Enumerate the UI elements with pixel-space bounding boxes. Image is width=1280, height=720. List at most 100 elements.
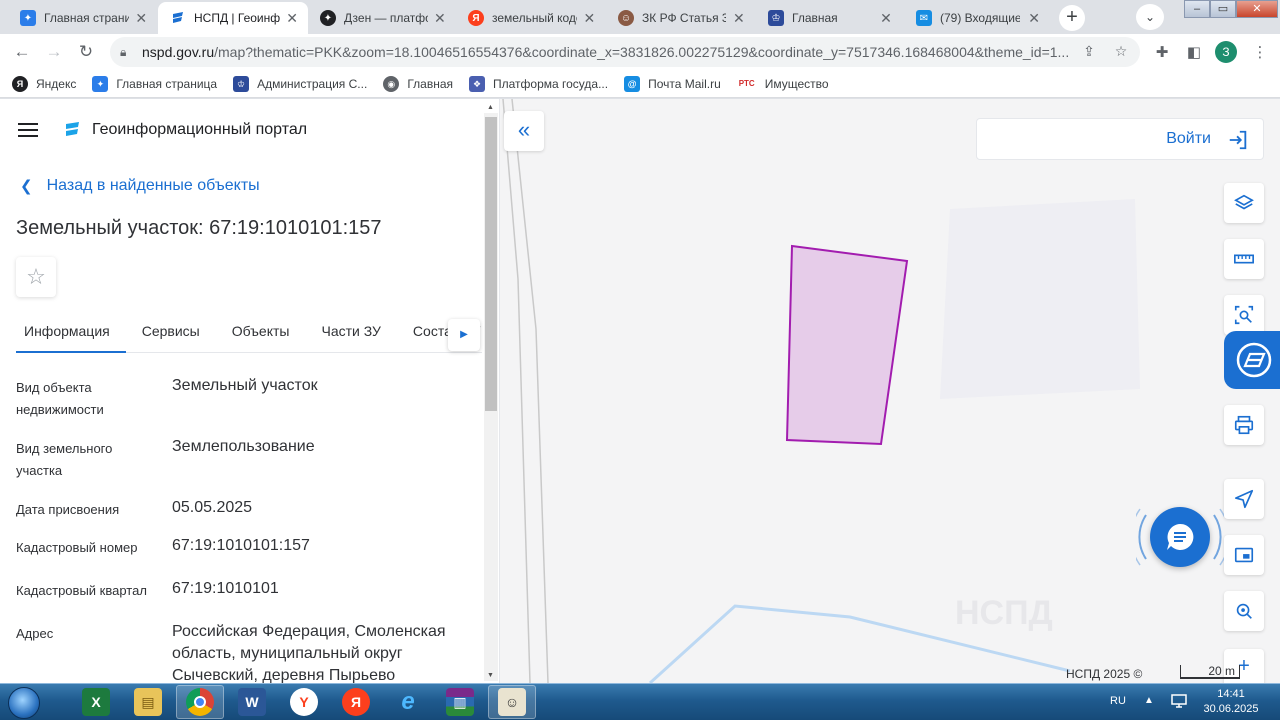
ruler-button[interactable]: [1224, 239, 1264, 279]
taskbar-student-app[interactable]: ☺: [488, 685, 536, 719]
taskbar-explorer[interactable]: ▤: [124, 685, 172, 719]
winrar-icon: ▥: [446, 688, 474, 716]
bookmark-property[interactable]: РТС Имущество: [737, 76, 829, 92]
back-to-results-link[interactable]: ❮ Назад в найденные объекты: [20, 177, 260, 195]
taskbar-excel[interactable]: X: [72, 685, 120, 719]
taskbar-yandex[interactable]: Я: [332, 685, 380, 719]
back-label: Назад в найденные объекты: [46, 177, 260, 194]
taskbar-word[interactable]: W: [228, 685, 276, 719]
favorite-star-button[interactable]: ☆: [16, 257, 56, 297]
close-tab-icon[interactable]: ✕: [434, 10, 446, 27]
taskbar-ie[interactable]: e: [384, 685, 432, 719]
map-attribution[interactable]: НСПД 2025 ©: [1066, 667, 1142, 681]
back-arrow-icon[interactable]: ←: [10, 40, 34, 64]
map-canvas[interactable]: НСПД: [500, 99, 1280, 683]
forward-arrow-icon[interactable]: →: [42, 40, 66, 64]
tabs-scroll-right-icon[interactable]: ▶: [448, 319, 480, 351]
lock-icon[interactable]: 🔒︎: [120, 45, 134, 60]
hamburger-menu-icon[interactable]: [18, 123, 38, 139]
tab-search-chevron-icon[interactable]: ⌄: [1136, 4, 1164, 30]
geolocation-icon: [1234, 489, 1254, 509]
window-controls: – ▭ ✕: [1184, 0, 1278, 20]
side-panel-icon[interactable]: ◧: [1184, 43, 1204, 63]
bookmark-main-page[interactable]: ✦ Главная страница: [92, 75, 217, 92]
bookmark-star-icon[interactable]: ☆: [1112, 42, 1130, 60]
tab-services[interactable]: Сервисы: [134, 317, 216, 352]
close-tab-icon[interactable]: ✕: [583, 10, 596, 27]
tab-consultant[interactable]: ☺ ЗК РФ Статья 39 ✕: [606, 2, 756, 34]
login-button[interactable]: Войти: [976, 118, 1264, 160]
language-indicator[interactable]: RU: [1110, 695, 1126, 707]
info-label: Кадастровый квартал: [16, 583, 147, 598]
tab-nspd[interactable]: НСПД | Геоинформационный портал ✕: [158, 2, 308, 34]
network-icon[interactable]: [1170, 693, 1188, 709]
info-value: 05.05.2025: [172, 499, 253, 516]
special-logo-button[interactable]: [1224, 331, 1280, 389]
bookmark-label: Главная: [407, 76, 453, 91]
url-host: nspd.gov.ru: [142, 44, 215, 60]
bookmark-gov-platform[interactable]: ❖ Платформа госуда...: [469, 75, 608, 92]
bookmark-yandex[interactable]: Я Яндекс: [12, 75, 76, 92]
mail-icon: @: [624, 75, 641, 92]
tab-title: Дзен — платформа: [344, 11, 428, 25]
reload-icon[interactable]: ↻: [74, 40, 98, 64]
portal-logo-icon: [66, 122, 79, 136]
tab-dzen[interactable]: ✦ Дзен — платформа ✕: [308, 2, 456, 34]
nspd-icon: [170, 10, 186, 26]
tab-mail[interactable]: ✉ (79) Входящие ✕: [904, 2, 1052, 34]
page-title: Земельный участок: 67:19:1010101:157: [16, 217, 382, 239]
chevron-left-icon: ❮: [20, 178, 33, 195]
close-tab-icon[interactable]: ✕: [135, 10, 148, 27]
taskbar-yandex-browser[interactable]: Y: [280, 685, 328, 719]
scroll-down-icon[interactable]: ▼: [487, 672, 494, 679]
web-page: НСПД « Войти + НСПД 2025 © 20 m Геоинфор…: [0, 99, 1280, 683]
scrollbar-thumb[interactable]: [485, 117, 497, 411]
area-search-button[interactable]: [1224, 295, 1264, 335]
menu-dots-icon[interactable]: ⋮: [1250, 43, 1270, 63]
collapse-panel-button[interactable]: «: [504, 111, 544, 151]
bookmark-administration[interactable]: ♔ Администрация С...: [233, 75, 367, 92]
taskbar-winrar[interactable]: ▥: [436, 685, 484, 719]
shield-icon: ✦: [20, 10, 36, 26]
close-tab-icon[interactable]: ✕: [1026, 10, 1042, 27]
panel-scrollbar[interactable]: ▲ ▼: [484, 104, 498, 681]
extensions-icon[interactable]: ✚: [1152, 43, 1172, 63]
tab-information[interactable]: Информация: [16, 317, 126, 353]
minimize-button[interactable]: –: [1184, 0, 1210, 18]
scroll-up-icon[interactable]: ▲: [487, 104, 494, 111]
tab-main[interactable]: ♔ Главная ✕: [756, 2, 904, 34]
close-tab-icon[interactable]: ✕: [732, 10, 746, 27]
close-tab-icon[interactable]: ✕: [878, 10, 894, 27]
system-clock[interactable]: 14:41 30.06.2025: [1198, 687, 1264, 717]
chat-button[interactable]: [1150, 507, 1210, 567]
new-tab-button[interactable]: +: [1059, 5, 1085, 31]
map-road-line: [502, 99, 531, 683]
tab-title: НСПД | Геоинформационный портал: [194, 11, 281, 25]
minimap-button[interactable]: [1224, 535, 1264, 575]
geolocation-button[interactable]: [1224, 479, 1264, 519]
tab-objects[interactable]: Объекты: [224, 317, 306, 352]
tab-parcel-parts[interactable]: Части ЗУ: [313, 317, 396, 352]
login-arrow-icon: [1229, 130, 1247, 150]
start-button[interactable]: [4, 684, 44, 720]
layers-button[interactable]: [1224, 183, 1264, 223]
tab-main-page[interactable]: ✦ Главная страница ✕: [8, 2, 158, 34]
tray-expand-icon[interactable]: ▲: [1144, 695, 1154, 706]
share-icon[interactable]: ⇪: [1080, 42, 1098, 60]
window-close-button[interactable]: ✕: [1236, 0, 1278, 18]
search-location-button[interactable]: [1224, 591, 1264, 631]
tab-yandex-search[interactable]: Я земельный кодекс ✕: [456, 2, 606, 34]
info-label: Кадастровый номер: [16, 540, 138, 555]
portal-title[interactable]: Геоинформационный портал: [92, 121, 307, 139]
bookmark-main[interactable]: ◉ Главная: [383, 75, 453, 92]
close-tab-icon[interactable]: ✕: [286, 10, 298, 27]
profile-avatar[interactable]: З: [1215, 41, 1237, 63]
print-button[interactable]: [1224, 405, 1264, 445]
parcel-polygon[interactable]: [785, 244, 909, 446]
info-value: 67:19:1010101:157: [172, 537, 310, 554]
address-bar[interactable]: 🔒︎ nspd.gov.ru /map?thematic=PKK&zoom=18…: [110, 37, 1140, 67]
bookmark-mail[interactable]: @ Почта Mail.ru: [624, 75, 721, 92]
maximize-button[interactable]: ▭: [1210, 0, 1236, 18]
url-path: /map?thematic=PKK&zoom=18.10046516554376…: [214, 44, 1070, 60]
taskbar-chrome[interactable]: [176, 685, 224, 719]
